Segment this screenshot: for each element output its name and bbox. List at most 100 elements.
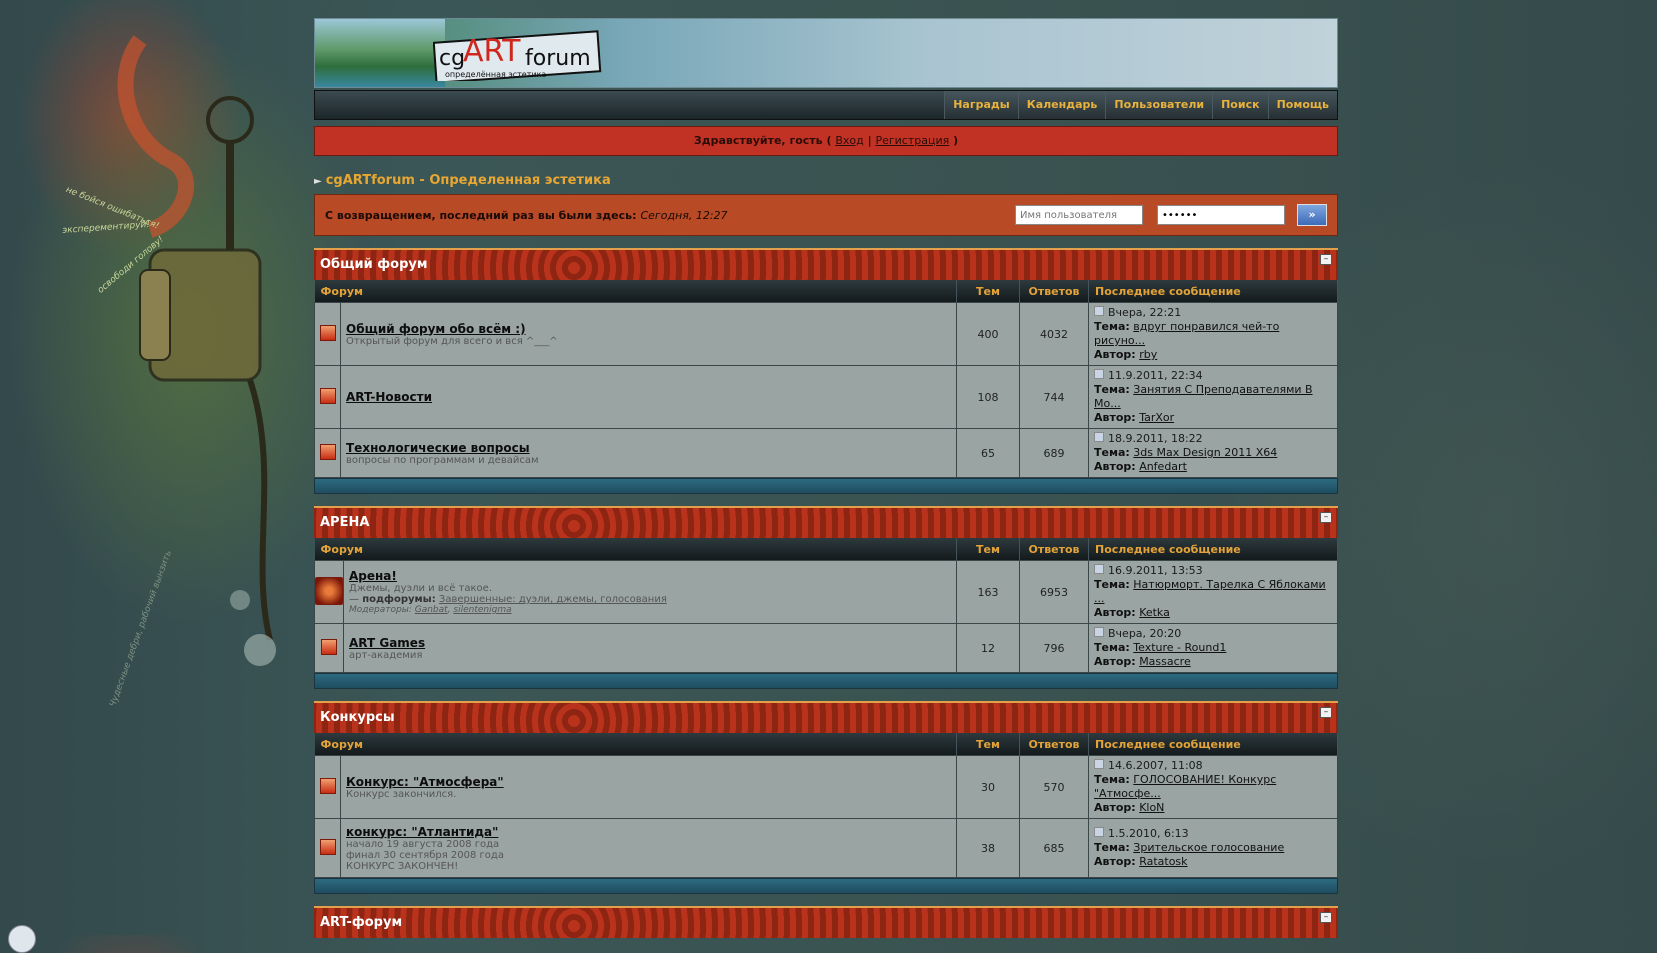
last-post-date: 1.5.2010, 6:13 bbox=[1108, 827, 1189, 840]
forum-status-icon bbox=[321, 638, 337, 655]
last-visit-label: С возвращением, последний раз вы были зд… bbox=[325, 208, 637, 222]
last-post-date: 11.9.2011, 22:34 bbox=[1108, 369, 1203, 382]
welcome-paren-open: ( bbox=[826, 134, 832, 147]
col-last-post: Последнее сообщение bbox=[1088, 538, 1338, 561]
collapse-icon[interactable]: – bbox=[1320, 254, 1332, 265]
author-link[interactable]: KloN bbox=[1139, 801, 1164, 814]
nav-search[interactable]: Поиск bbox=[1212, 91, 1268, 119]
last-post-date: Вчера, 22:21 bbox=[1108, 306, 1182, 319]
category-title[interactable]: Конкурсы bbox=[320, 710, 395, 725]
topic-label: Тема: bbox=[1094, 320, 1130, 333]
forum-name[interactable]: Общий форум обо всём :) bbox=[346, 322, 951, 336]
header-banner: cg ART forum определённая эстетика bbox=[314, 18, 1338, 88]
username-input[interactable] bbox=[1015, 205, 1143, 225]
category-header: ART-форум – bbox=[314, 906, 1338, 938]
nav-help[interactable]: Помощь bbox=[1267, 91, 1337, 119]
forum-name[interactable]: конкурс: "Атлантида" bbox=[346, 825, 951, 839]
topic-count: 108 bbox=[956, 365, 1020, 429]
site-logo[interactable]: cg ART forum определённая эстетика bbox=[433, 27, 603, 81]
nav-users[interactable]: Пользователи bbox=[1105, 91, 1213, 119]
last-topic-link[interactable]: 3ds Max Design 2011 X64 bbox=[1133, 446, 1277, 459]
topic-label: Тема: bbox=[1094, 773, 1130, 786]
forum-name[interactable]: Арена! bbox=[349, 569, 951, 583]
last-post-icon[interactable] bbox=[1094, 759, 1104, 769]
author-link[interactable]: TarXor bbox=[1139, 411, 1174, 424]
author-label: Автор: bbox=[1094, 801, 1136, 814]
category-title[interactable]: АРЕНА bbox=[320, 515, 369, 530]
collapse-icon[interactable]: – bbox=[1320, 912, 1332, 923]
last-post-icon[interactable] bbox=[1094, 564, 1104, 574]
moderator-link[interactable]: silentenigma bbox=[453, 605, 511, 615]
col-topics: Тем bbox=[956, 733, 1020, 756]
welcome-bar: Здравствуйте, гость ( Вход | Регистрация… bbox=[314, 126, 1338, 156]
login-submit-button[interactable]: » bbox=[1297, 204, 1327, 226]
col-topics: Тем bbox=[956, 538, 1020, 561]
forum-row: ART-Новости 108 744 11.9.2011, 22:34 Тема… bbox=[314, 365, 1338, 429]
topic-count: 30 bbox=[956, 755, 1020, 819]
author-label: Автор: bbox=[1094, 606, 1136, 619]
quick-login-bar: С возвращением, последний раз вы были зд… bbox=[314, 194, 1338, 236]
nav-calendar[interactable]: Календарь bbox=[1017, 91, 1106, 119]
category-title[interactable]: ART-форум bbox=[320, 915, 402, 930]
forum-table: Форум Тем Ответов Последнее сообщение Ар… bbox=[314, 538, 1338, 673]
reply-count: 6953 bbox=[1019, 560, 1089, 624]
arena-forum-icon bbox=[315, 576, 343, 605]
category-art-forum: ART-форум – bbox=[314, 906, 1338, 938]
top-navigation: Награды Календарь Пользователи Поиск Пом… bbox=[314, 90, 1338, 120]
moderator-link[interactable]: Ganbat bbox=[415, 605, 448, 615]
topic-label: Тема: bbox=[1094, 446, 1130, 459]
author-label: Автор: bbox=[1094, 655, 1136, 668]
login-link[interactable]: Вход bbox=[835, 134, 863, 147]
moderators-label: Модераторы: bbox=[349, 605, 412, 615]
category-title[interactable]: Общий форум bbox=[320, 257, 427, 272]
last-topic-link[interactable]: Texture - Round1 bbox=[1133, 641, 1226, 654]
reply-count: 796 bbox=[1019, 623, 1089, 673]
logo-tagline: определённая эстетика bbox=[445, 70, 546, 79]
forum-container: cg ART forum определённая эстетика Награ… bbox=[314, 18, 1338, 938]
last-post-icon[interactable] bbox=[1094, 306, 1104, 316]
forum-row: Конкурс: "Атмосфера" Конкурс закончился. … bbox=[314, 755, 1338, 819]
register-link[interactable]: Регистрация bbox=[875, 134, 949, 147]
subforums-link[interactable]: Завершенные: дуэли, джемы, голосования bbox=[439, 594, 667, 605]
forum-name[interactable]: Конкурс: "Атмосфера" bbox=[346, 775, 951, 789]
last-post-icon[interactable] bbox=[1094, 627, 1104, 637]
col-forum: Форум bbox=[314, 538, 957, 561]
last-topic-link[interactable]: Зрительское голосование bbox=[1133, 841, 1284, 854]
logo-forum: forum bbox=[525, 46, 591, 71]
reply-count: 744 bbox=[1019, 365, 1089, 429]
nav-awards[interactable]: Награды bbox=[944, 91, 1018, 119]
last-visit-time: Сегодня, 12:27 bbox=[640, 208, 728, 222]
col-topics: Тем bbox=[956, 280, 1020, 303]
breadcrumb-link[interactable]: cgARTforum - Определенная эстетика bbox=[326, 173, 611, 188]
author-link[interactable]: Ratatosk bbox=[1139, 855, 1187, 868]
forum-desc: начало 19 августа 2008 года bbox=[346, 838, 500, 850]
password-input[interactable] bbox=[1157, 205, 1285, 225]
last-post-icon[interactable] bbox=[1094, 432, 1104, 442]
banner-landscape bbox=[315, 19, 445, 87]
author-link[interactable]: Anfedart bbox=[1139, 460, 1187, 473]
col-forum: Форум bbox=[314, 733, 957, 756]
last-post-icon[interactable] bbox=[1094, 369, 1104, 379]
author-link[interactable]: rby bbox=[1139, 348, 1157, 361]
topic-label: Тема: bbox=[1094, 641, 1130, 654]
author-label: Автор: bbox=[1094, 411, 1136, 424]
last-post-icon[interactable] bbox=[1094, 827, 1104, 837]
topic-label: Тема: bbox=[1094, 383, 1130, 396]
forum-name[interactable]: ART Games bbox=[349, 636, 951, 650]
collapse-icon[interactable]: – bbox=[1320, 707, 1332, 718]
forum-table: Форум Тем Ответов Последнее сообщение Ко… bbox=[314, 733, 1338, 878]
forum-desc: Джемы, дуэли и всё такое. bbox=[349, 583, 493, 594]
collapse-icon[interactable]: – bbox=[1320, 512, 1332, 523]
breadcrumb-arrow-icon: ► bbox=[314, 176, 322, 187]
forum-name[interactable]: ART-Новости bbox=[346, 390, 951, 404]
author-link[interactable]: Ketka bbox=[1139, 606, 1170, 619]
forum-status-icon bbox=[319, 387, 336, 404]
category-contests: Конкурсы – Форум Тем Ответов Последнее с… bbox=[314, 701, 1338, 894]
category-general: Общий форум – Форум Тем Ответов Последне… bbox=[314, 248, 1338, 494]
forum-name[interactable]: Технологические вопросы bbox=[346, 441, 951, 455]
forum-row: конкурс: "Атлантида" начало 19 августа 20… bbox=[314, 818, 1338, 878]
author-link[interactable]: Massacre bbox=[1139, 655, 1191, 668]
forum-status-icon bbox=[319, 443, 336, 460]
logo-cg: cg bbox=[439, 46, 465, 71]
corner-bubble-icon[interactable] bbox=[8, 925, 36, 953]
